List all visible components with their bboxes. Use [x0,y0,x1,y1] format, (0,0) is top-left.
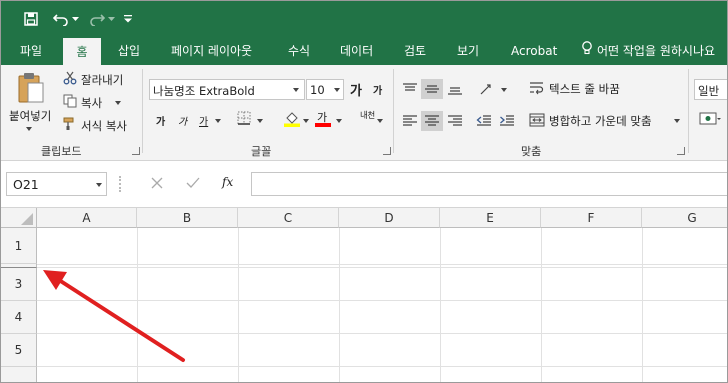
alignment-launcher-icon[interactable] [677,147,685,155]
align-top-icon[interactable] [400,79,420,99]
tab-page-layout[interactable]: 페이지 레이아웃 [171,37,252,65]
undo-dropdown-icon[interactable] [71,9,79,29]
redo-dropdown-icon[interactable] [107,9,115,29]
tab-acrobat[interactable]: Acrobat [511,37,557,65]
tab-insert[interactable]: 삽입 [118,37,140,65]
clipboard-group-label: 클립보드 [41,145,82,158]
copy-icon[interactable] [63,94,77,108]
underline-dropdown-icon[interactable] [215,119,221,123]
alignment-group-label: 맞춤 [521,145,542,158]
phonetic-guide-button[interactable]: 내천 [360,109,375,121]
formula-bar: O21 fx [1,162,727,208]
paste-icon[interactable] [17,71,45,105]
enter-icon[interactable] [185,175,201,191]
align-left-icon[interactable] [400,111,420,131]
tell-me-text: 어떤 작업을 원하시나요 [597,44,716,58]
align-center-icon[interactable] [421,111,443,131]
align-middle-icon[interactable] [421,79,443,99]
fill-color-icon[interactable] [284,110,300,127]
cut-button[interactable]: 잘라내기 [81,72,123,88]
tab-data[interactable]: 데이터 [340,37,373,65]
font-size-select[interactable]: 10 [306,79,344,100]
format-painter-button[interactable]: 서식 복사 [81,118,127,134]
font-color-dropdown-icon[interactable] [336,119,342,123]
merge-center-icon[interactable] [528,111,546,129]
font-group-label: 글꼴 [251,145,272,158]
name-box-dropdown-icon [96,183,102,187]
decrease-indent-icon[interactable] [474,111,494,131]
formula-input[interactable] [251,172,727,196]
merge-center-button[interactable]: 병합하고 가운데 맞춤 [549,113,652,129]
tab-file[interactable]: 파일 [20,37,42,65]
paste-dropdown-icon[interactable] [26,127,32,131]
group-divider [142,69,143,153]
save-icon[interactable] [21,9,41,29]
borders-icon[interactable] [237,111,251,125]
fill-color-dropdown-icon[interactable] [303,119,309,123]
tab-home[interactable]: 홈 [63,38,101,65]
shrink-font-button[interactable]: 가 [373,82,382,97]
cut-icon[interactable] [63,71,77,85]
ribbon: 붙여넣기 잘라내기 복사 서식 복사 클립보드 나눔명조 ExtraBold 1… [1,65,727,161]
clipboard-launcher-icon[interactable] [132,147,140,155]
group-divider [393,69,394,153]
merge-center-dropdown-icon[interactable] [674,119,680,123]
underline-button[interactable]: 가 [199,113,208,128]
format-painter-icon[interactable] [63,117,77,131]
increase-indent-icon[interactable] [497,111,517,131]
worksheet-grid: A B C D E F G 1 3 4 5 [1,208,727,382]
accounting-format-icon[interactable] [696,109,724,129]
font-name-dropdown-icon [293,88,299,92]
font-launcher-icon[interactable] [383,147,391,155]
name-box-value: O21 [13,177,39,192]
ribbon-tabs: 파일 홈 삽입 페이지 레이아웃 수식 데이터 검토 보기 Acrobat 어떤… [1,37,727,65]
annotation-arrow [43,270,185,362]
font-color-button[interactable]: 가 [315,109,331,127]
orientation-icon[interactable] [476,79,496,99]
insert-function-button[interactable]: fx [222,175,233,189]
tab-formulas[interactable]: 수식 [288,37,310,65]
title-bar [1,1,727,37]
excel-window: 파일 홈 삽입 페이지 레이아웃 수식 데이터 검토 보기 Acrobat 어떤… [0,0,728,383]
wrap-text-button[interactable]: 텍스트 줄 바꿈 [549,81,620,97]
grow-font-button[interactable]: 가 [350,80,362,99]
font-size-dropdown-icon [334,88,340,92]
lightbulb-icon [581,37,593,65]
phonetic-dropdown-icon[interactable] [377,119,383,123]
wrap-text-icon[interactable] [528,79,546,97]
copy-dropdown-icon[interactable] [115,101,121,105]
number-format-value: 일반 [698,84,720,98]
borders-dropdown-icon[interactable] [257,119,263,123]
name-box[interactable]: O21 [6,172,107,196]
align-bottom-icon[interactable] [445,79,465,99]
font-name-select[interactable]: 나눔명조 ExtraBold [149,79,305,100]
resize-handle[interactable] [119,176,121,192]
undo-icon[interactable] [51,9,71,29]
customize-toolbar-icon[interactable] [123,9,133,29]
cancel-icon[interactable] [149,175,165,191]
font-size-value: 10 [310,83,325,97]
font-color-swatch [315,123,331,127]
bold-button[interactable]: 가 [156,113,165,128]
italic-button[interactable]: 가 [178,113,187,128]
align-right-icon[interactable] [445,111,465,131]
number-format-select[interactable]: 일반 [694,79,727,100]
font-name-value: 나눔명조 ExtraBold [153,84,255,98]
paste-button[interactable]: 붙여넣기 [9,108,51,124]
group-divider [688,69,689,153]
redo-icon[interactable] [87,9,107,29]
tab-review[interactable]: 검토 [404,37,426,65]
tab-view[interactable]: 보기 [457,37,479,65]
orientation-dropdown-icon[interactable] [501,88,507,92]
tell-me-box[interactable]: 어떤 작업을 원하시나요 [581,37,715,65]
copy-button[interactable]: 복사 [81,95,102,111]
